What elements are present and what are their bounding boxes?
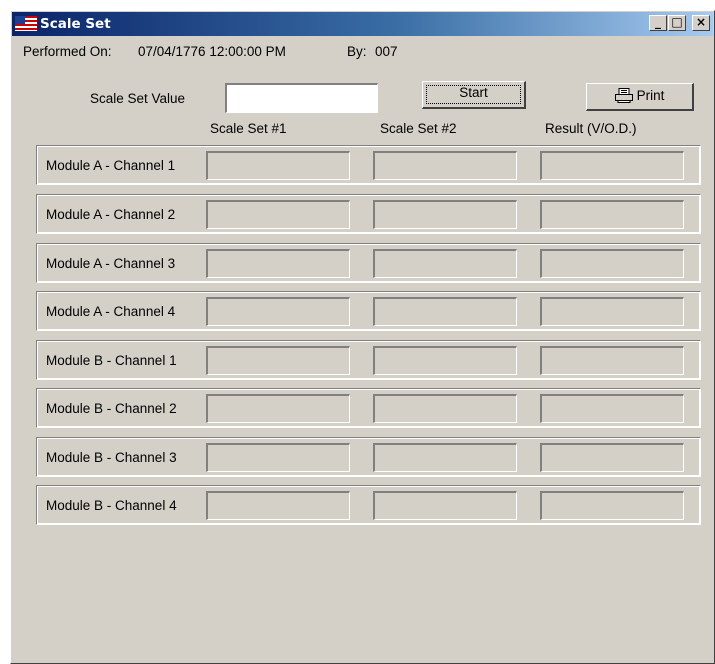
scale-set-1-field [206, 346, 350, 375]
channel-row: Module B - Channel 4 [36, 485, 701, 525]
title-bar[interactable]: Scale Set _ □ × [12, 12, 713, 36]
column-header-scale-set-1: Scale Set #1 [210, 121, 287, 136]
channel-row: Module A - Channel 1 [36, 145, 701, 185]
start-button-label: Start [426, 85, 521, 104]
row-label: Module B - Channel 1 [46, 353, 177, 368]
scale-set-1-field [206, 491, 350, 520]
channel-row: Module B - Channel 2 [36, 388, 701, 428]
channel-row: Module B - Channel 1 [36, 340, 701, 380]
scale-set-value-label: Scale Set Value [90, 91, 186, 106]
by-value: 007 [375, 44, 398, 59]
row-label: Module A - Channel 2 [46, 207, 176, 222]
scale-set-2-field [373, 151, 517, 180]
column-header-scale-set-2: Scale Set #2 [380, 121, 457, 136]
scale-set-1-field [206, 200, 350, 229]
minimize-button[interactable]: _ [649, 15, 667, 31]
flag-icon [15, 16, 37, 31]
performed-on-label: Performed On: [23, 44, 112, 59]
by-label: By: [347, 44, 367, 59]
result-field [540, 249, 684, 278]
result-field [540, 297, 684, 326]
scale-set-value-input[interactable] [225, 83, 378, 113]
scale-set-1-field [206, 443, 350, 472]
channel-row: Module B - Channel 3 [36, 437, 701, 477]
scale-set-2-field [373, 346, 517, 375]
column-header-result: Result (V/O.D.) [545, 121, 637, 136]
scale-set-1-field [206, 394, 350, 423]
performed-on-value: 07/04/1776 12:00:00 PM [138, 44, 286, 59]
close-button[interactable]: × [692, 15, 710, 31]
print-button-label: Print [636, 88, 665, 103]
row-label: Module A - Channel 3 [46, 256, 176, 271]
row-label: Module B - Channel 2 [46, 401, 177, 416]
scale-set-2-field [373, 443, 517, 472]
result-field [540, 151, 684, 180]
window-title: Scale Set [40, 16, 111, 32]
channel-row: Module A - Channel 2 [36, 194, 701, 234]
scale-set-window: Scale Set _ □ × Performed On: 07/04/1776… [10, 10, 715, 664]
scale-set-2-field [373, 297, 517, 326]
printer-icon [614, 88, 633, 103]
result-field [540, 346, 684, 375]
scale-set-2-field [373, 491, 517, 520]
result-field [540, 394, 684, 423]
channel-row: Module A - Channel 3 [36, 243, 701, 283]
row-label: Module A - Channel 4 [46, 304, 176, 319]
row-label: Module A - Channel 1 [46, 158, 176, 173]
result-field [540, 491, 684, 520]
print-button[interactable]: Print [586, 83, 694, 111]
scale-set-1-field [206, 297, 350, 326]
scale-set-1-field [206, 151, 350, 180]
result-field [540, 200, 684, 229]
scale-set-2-field [373, 249, 517, 278]
scale-set-1-field [206, 249, 350, 278]
channel-row: Module A - Channel 4 [36, 291, 701, 331]
row-label: Module B - Channel 4 [46, 498, 177, 513]
maximize-button[interactable]: □ [668, 15, 686, 31]
scale-set-2-field [373, 200, 517, 229]
start-button[interactable]: Start [422, 81, 526, 109]
row-label: Module B - Channel 3 [46, 450, 177, 465]
scale-set-2-field [373, 394, 517, 423]
result-field [540, 443, 684, 472]
